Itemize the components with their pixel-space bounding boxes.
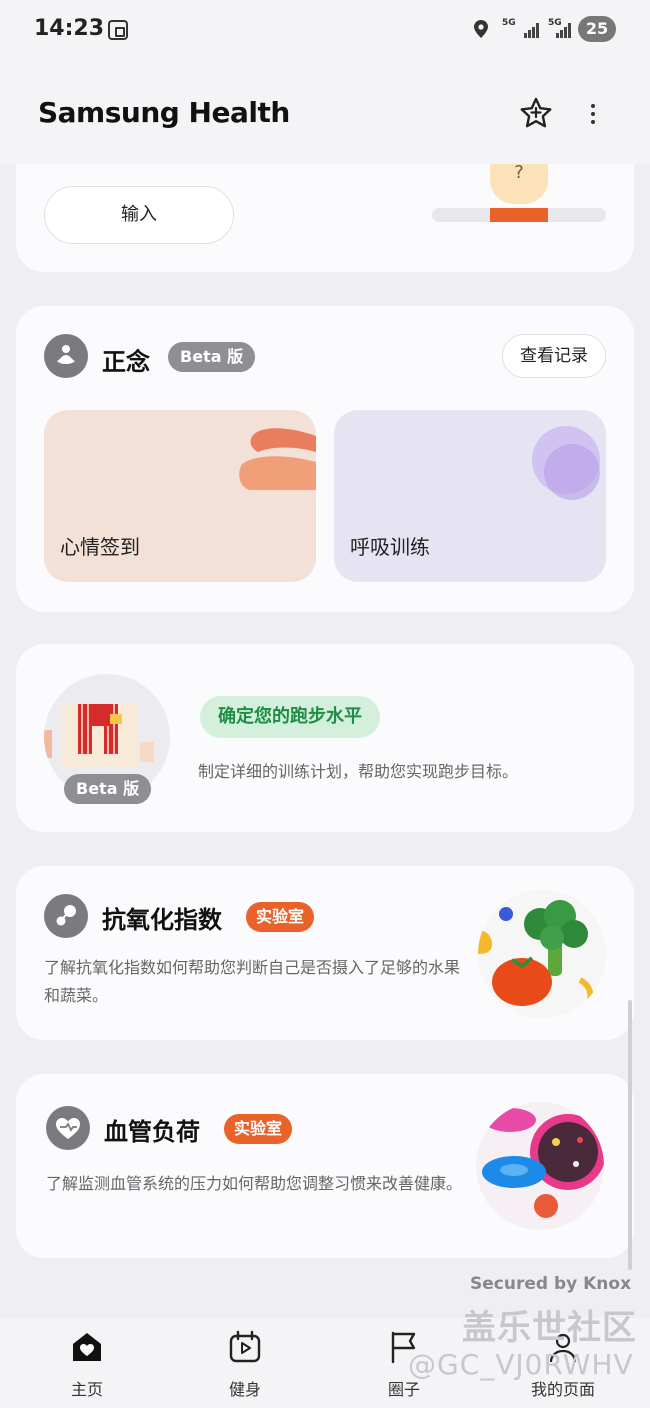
location-icon — [474, 20, 488, 38]
scrollbar[interactable] — [628, 1000, 632, 1270]
running-level-card[interactable]: Beta 版 确定您的跑步水平 制定详细的训练计划，帮助您实现跑步目标。 — [16, 644, 634, 832]
fitness-icon — [229, 1330, 261, 1363]
antioxidant-icon — [44, 894, 88, 938]
beta-badge: Beta 版 — [64, 774, 152, 804]
nav-home-label: 主页 — [70, 1380, 103, 1399]
broccoli-icon — [478, 900, 594, 1006]
mood-checkin-tile[interactable]: 心情签到 — [44, 410, 316, 582]
view-history-button[interactable]: 查看记录 — [502, 334, 606, 378]
breathing-art-icon — [532, 426, 600, 500]
breathing-tile[interactable]: 呼吸训练 — [334, 410, 606, 582]
app-header: Samsung Health — [0, 60, 650, 164]
beta-badge: Beta 版 — [168, 342, 256, 372]
mood-art-icon — [239, 428, 316, 490]
antioxidant-description: 了解抗氧化指数如何帮助您判断自己是否摄入了足够的水果和蔬菜。 — [44, 958, 461, 1005]
input-button[interactable]: 输入 — [44, 186, 234, 244]
lab-badge: 实验室 — [224, 1114, 293, 1144]
mood-checkin-label: 心情签到 — [60, 535, 140, 559]
running-description: 制定详细的训练计划，帮助您实现跑步目标。 — [198, 762, 519, 781]
antioxidant-card[interactable]: 抗氧化指数 实验室 了解抗氧化指数如何帮助您判断自己是否摄入了足够的水果和蔬菜。 — [16, 866, 634, 1040]
knox-label: Secured by Knox — [470, 1274, 632, 1294]
blood-vessel-art — [476, 1102, 604, 1230]
mindfulness-card: 正念 Beta 版 查看记录 心情签到 呼吸训练 — [16, 306, 634, 612]
more-options-button[interactable] — [582, 96, 604, 132]
signal-icon — [524, 22, 540, 38]
status-time: 14:23 — [34, 16, 105, 41]
nav-fitness-label: 健身 — [228, 1380, 261, 1399]
mindfulness-title: 正念 — [102, 348, 150, 376]
heart-icon — [46, 1106, 90, 1150]
status-bar: 14:23 5G 5G 25 — [0, 0, 650, 60]
star-icon[interactable] — [518, 96, 554, 132]
home-icon — [73, 1333, 101, 1361]
nav-fitness[interactable]: 健身 — [195, 1330, 295, 1400]
breathing-label: 呼吸训练 — [350, 535, 430, 559]
watermark-text: 盖乐世社区 — [462, 1308, 637, 1348]
antioxidant-title: 抗氧化指数 — [102, 906, 222, 934]
network-label: 5G — [502, 18, 516, 28]
screenshot-icon — [108, 20, 128, 40]
level-bar-fill — [490, 208, 548, 222]
battery-badge: 25 — [578, 16, 616, 42]
question-bubble: ? — [490, 160, 548, 204]
blood-cell-icon — [482, 1108, 604, 1218]
signal-icon — [556, 22, 572, 38]
lab-badge: 实验室 — [246, 902, 315, 932]
vascular-title: 血管负荷 — [104, 1118, 200, 1146]
vegetables-art — [478, 890, 606, 1018]
vascular-description: 了解监测血管系统的压力如何帮助您调整习惯来改善健康。 — [46, 1174, 463, 1193]
vascular-load-card[interactable]: 血管负荷 实验室 了解监测血管系统的压力如何帮助您调整习惯来改善健康。 — [16, 1074, 634, 1258]
meditation-icon — [44, 334, 88, 378]
app-title: Samsung Health — [38, 96, 290, 129]
nav-home[interactable]: 主页 — [37, 1330, 137, 1400]
watermark-id: @GC_VJ0RWHV — [408, 1348, 634, 1381]
running-level-pill: 确定您的跑步水平 — [200, 696, 380, 738]
